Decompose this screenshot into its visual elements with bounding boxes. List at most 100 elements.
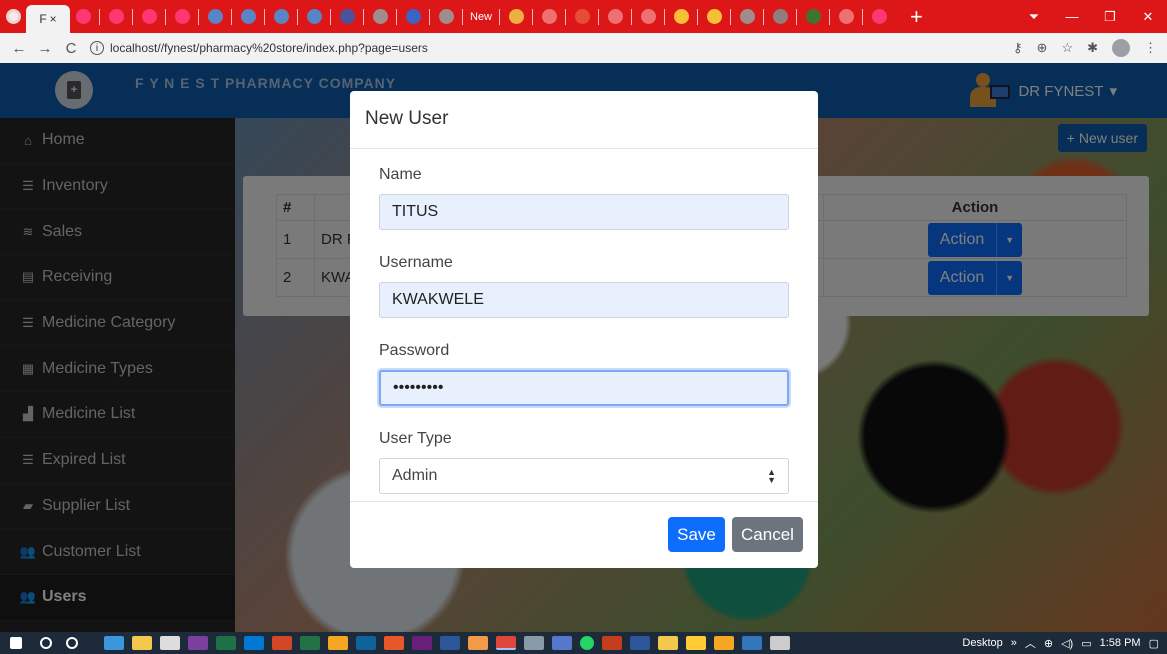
taskbar-app-icon[interactable]	[552, 636, 572, 650]
tab-favicon-icon[interactable]	[866, 4, 892, 30]
tab-favicon-icon[interactable]	[268, 4, 294, 30]
star-icon[interactable]: ☆	[1061, 40, 1073, 56]
windows-start-icon[interactable]	[10, 637, 22, 649]
taskbar-app-icon[interactable]	[686, 636, 706, 650]
tab-favicon-icon[interactable]	[602, 4, 628, 30]
tab-favicon-icon[interactable]	[800, 4, 826, 30]
tab-favicon-icon[interactable]	[136, 4, 162, 30]
taskbar-app-icon[interactable]	[160, 636, 180, 650]
taskbar-app-icon[interactable]	[468, 636, 488, 650]
tab-favicon-icon[interactable]	[536, 4, 562, 30]
taskbar-app-icon[interactable]	[244, 636, 264, 650]
tab-favicon-icon[interactable]	[668, 4, 694, 30]
url-field[interactable]: i localhost//fynest/pharmacy%20store/ind…	[90, 41, 428, 55]
modal-footer: Save Cancel	[350, 501, 818, 568]
forward-button[interactable]: →	[32, 40, 58, 57]
reload-button[interactable]: C	[58, 40, 84, 57]
taskbar-app-icon[interactable]	[714, 636, 734, 650]
tab-favicon-icon[interactable]	[400, 4, 426, 30]
taskbar-app-icon[interactable]	[440, 636, 460, 650]
cancel-button[interactable]: Cancel	[732, 517, 803, 552]
active-tab[interactable]: F ×	[26, 5, 70, 33]
maximize-button[interactable]: ❐	[1091, 9, 1129, 25]
active-tab-label: F	[39, 12, 47, 26]
whatsapp-icon[interactable]	[580, 636, 594, 650]
tab-favicon-icon[interactable]	[635, 4, 661, 30]
cortana-icon[interactable]	[66, 637, 78, 649]
taskbar-app-icon[interactable]	[412, 636, 432, 650]
taskbar-app-icon[interactable]	[602, 636, 622, 650]
info-icon[interactable]: i	[90, 41, 104, 55]
desktop-toolbar-label[interactable]: Desktop	[962, 637, 1002, 649]
clock-time[interactable]: 1:58 PM	[1100, 637, 1141, 649]
tab-separator	[598, 8, 600, 25]
tab-separator	[499, 8, 501, 25]
minimize-button[interactable]: —	[1053, 9, 1091, 24]
window-close-button[interactable]: ✕	[1129, 9, 1167, 25]
modal-title: New User	[350, 91, 818, 149]
taskbar-app-icon[interactable]	[132, 636, 152, 650]
tab-new-label[interactable]: New	[466, 11, 496, 23]
tab-favicon-icon[interactable]	[734, 4, 760, 30]
tab-favicon-icon[interactable]	[202, 4, 228, 30]
taskbar-app-icon[interactable]	[216, 636, 236, 650]
chevron-right-icon[interactable]: »	[1011, 637, 1017, 649]
key-icon[interactable]: ⚷	[1013, 40, 1023, 56]
taskbar-app-icon[interactable]	[188, 636, 208, 650]
new-tab-button[interactable]: +	[910, 5, 923, 28]
username-input[interactable]: KWAKWELE	[379, 282, 789, 318]
more-icon[interactable]: ⋮	[1144, 40, 1157, 56]
profile-icon[interactable]	[1112, 39, 1130, 57]
zoom-icon[interactable]: ⊕	[1037, 40, 1048, 56]
taskbar-app-icon[interactable]	[104, 636, 124, 650]
tab-separator	[829, 8, 831, 25]
url-text[interactable]: localhost//fynest/pharmacy%20store/index…	[110, 41, 428, 55]
tab-separator	[297, 8, 298, 25]
password-input[interactable]: •••••••••	[379, 370, 789, 406]
tab-favicon-icon[interactable]	[701, 4, 727, 30]
globe-icon[interactable]: ⊕	[1044, 637, 1053, 650]
notification-icon[interactable]: ▢	[1149, 637, 1159, 650]
chrome-icon[interactable]	[0, 4, 26, 30]
name-input[interactable]: TITUS	[379, 194, 789, 230]
tab-favicon-icon[interactable]	[70, 4, 96, 30]
taskbar-app-icon[interactable]	[630, 636, 650, 650]
tab-favicon-icon[interactable]	[367, 4, 393, 30]
tab-favicon-icon[interactable]	[334, 4, 360, 30]
volume-icon[interactable]: ◁)	[1061, 637, 1073, 650]
tab-favicon-icon[interactable]	[433, 4, 459, 30]
tab-favicon-icon[interactable]	[569, 4, 595, 30]
user-type-select[interactable]: Admin ▲ ▼	[379, 458, 789, 494]
taskbar-app-icon[interactable]	[384, 636, 404, 650]
taskbar-app-icon[interactable]	[356, 636, 376, 650]
profile-dropdown-icon[interactable]: ⏷	[1015, 9, 1053, 25]
tab-favicon-icon[interactable]	[235, 4, 261, 30]
tab-favicon-icon[interactable]	[833, 4, 859, 30]
modal-body: Name TITUS Username KWAKWELE Password ••…	[350, 149, 818, 494]
chrome-taskbar-icon[interactable]	[496, 636, 516, 650]
back-button[interactable]: ←	[6, 40, 32, 57]
save-button[interactable]: Save	[668, 517, 725, 552]
puzzle-icon[interactable]: ✱	[1087, 40, 1098, 56]
search-icon[interactable]	[40, 637, 52, 649]
tray-up-icon[interactable]: ︿	[1025, 635, 1036, 651]
taskbar-app-icon[interactable]	[524, 636, 544, 650]
calculator-icon[interactable]	[770, 636, 790, 650]
edge-icon[interactable]	[742, 636, 762, 650]
taskbar-app-icon[interactable]	[272, 636, 292, 650]
tab-separator	[631, 8, 633, 25]
taskbar-app-icon[interactable]	[658, 636, 678, 650]
tab-favicon-icon[interactable]	[169, 4, 195, 30]
tab-favicon-icon[interactable]	[103, 4, 129, 30]
tab-favicon-icon[interactable]	[301, 4, 327, 30]
tab-separator	[664, 8, 666, 25]
taskbar-app-icon[interactable]	[300, 636, 320, 650]
tab-favicon-icon[interactable]	[503, 4, 529, 30]
tab-favicon-icon[interactable]	[767, 4, 793, 30]
tab-separator	[396, 8, 397, 25]
tab-separator	[565, 8, 567, 25]
taskbar-app-icon[interactable]	[328, 636, 348, 650]
keyboard-icon[interactable]: ▭	[1081, 637, 1091, 650]
close-icon[interactable]: ×	[50, 12, 57, 26]
select-arrows-icon: ▲ ▼	[767, 467, 776, 485]
